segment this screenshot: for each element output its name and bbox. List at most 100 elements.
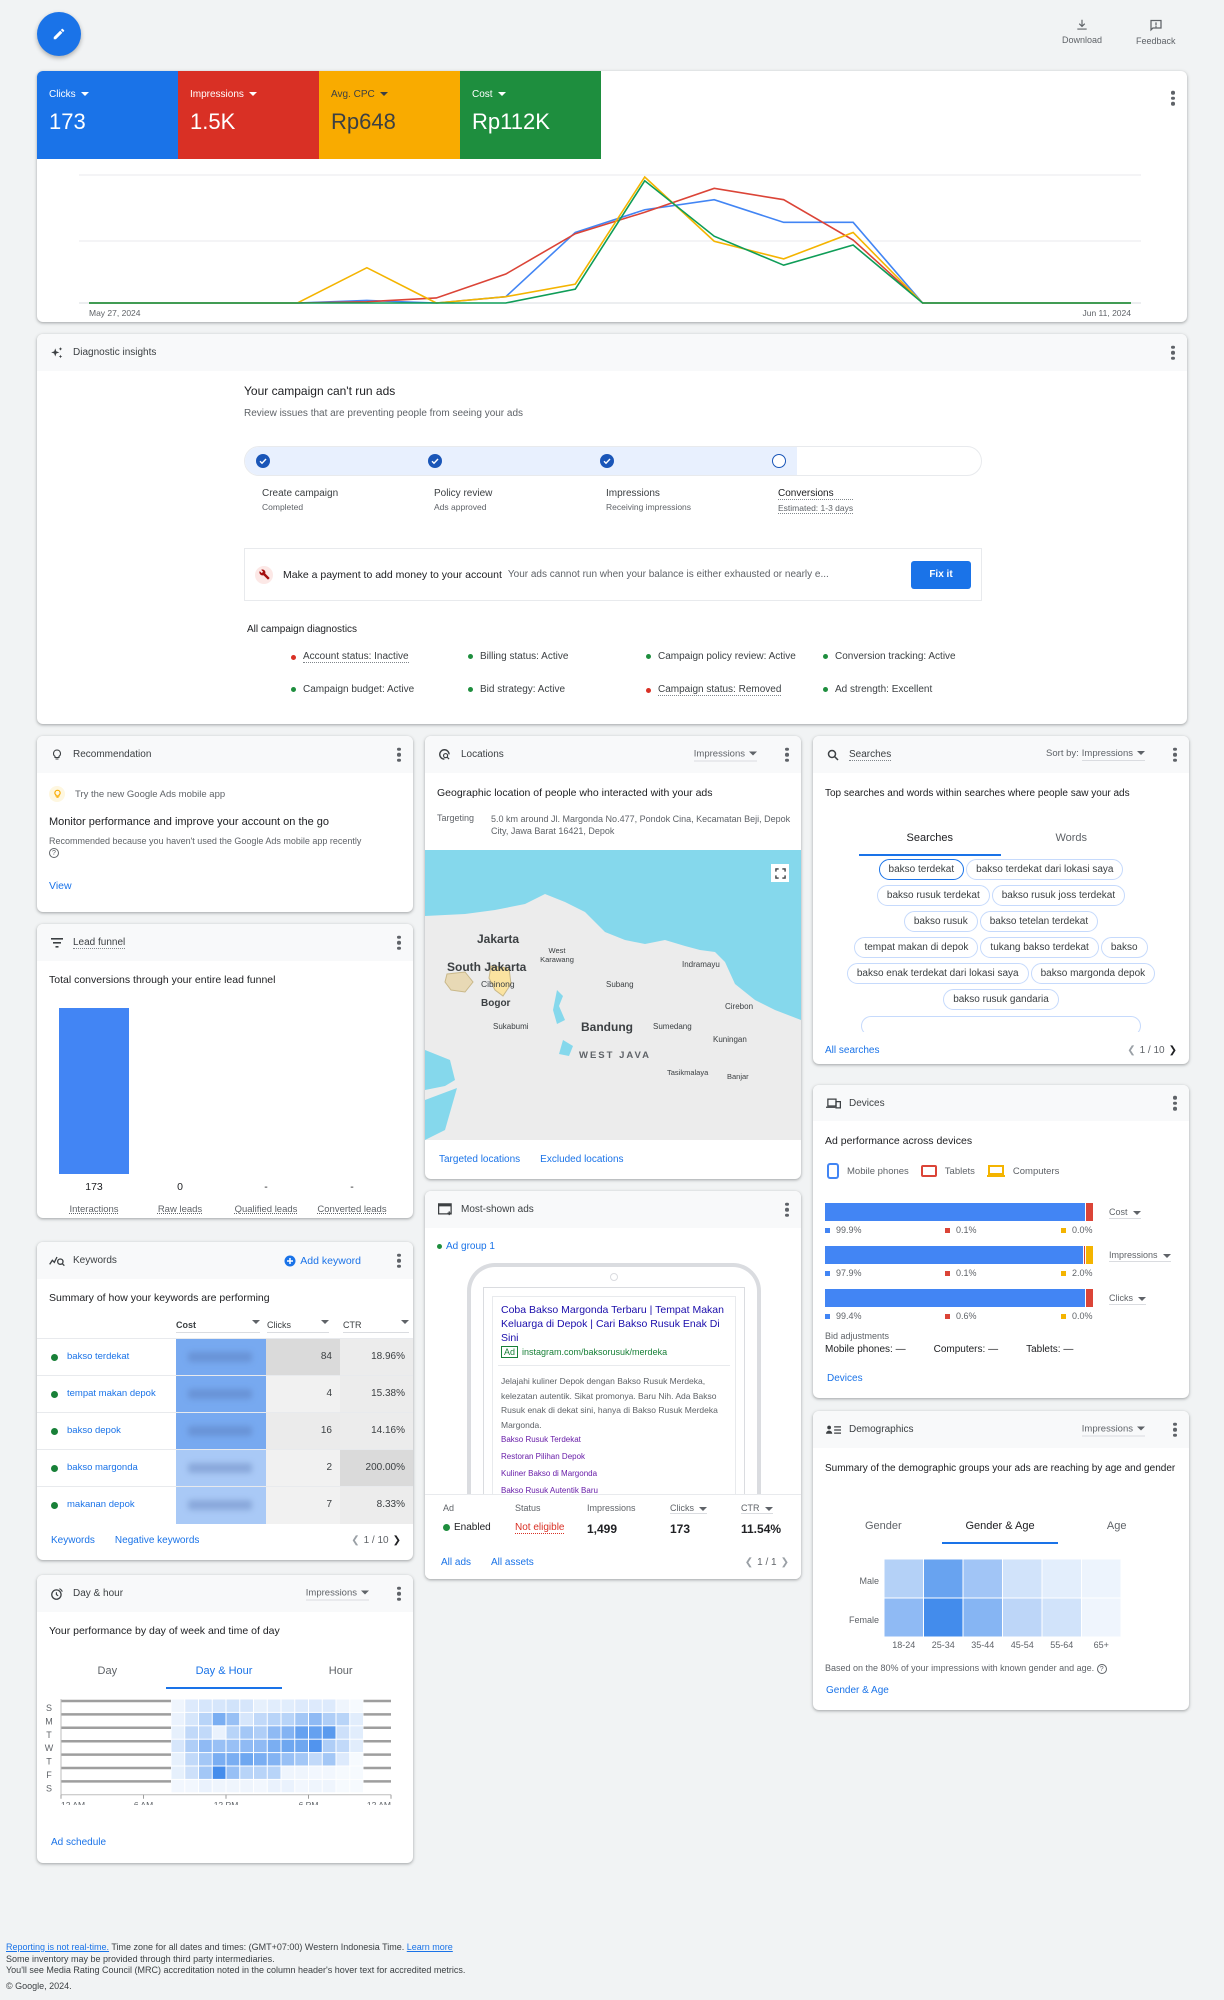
search-chip[interactable]: bakso margonda depok (1030, 963, 1156, 984)
heat-cell[interactable] (254, 1712, 267, 1726)
heat-cell[interactable] (350, 1699, 363, 1712)
funnel-stage-label[interactable]: Raw leads (136, 1204, 224, 1215)
tab-day[interactable]: Day (49, 1657, 166, 1689)
diagnostic-item[interactable]: Ad strength: Excellent (823, 684, 932, 695)
heat-cell[interactable] (309, 1766, 322, 1779)
edit-fab-button[interactable] (37, 12, 81, 56)
heat-cell[interactable] (350, 1753, 363, 1766)
heat-cell[interactable] (281, 1739, 295, 1753)
heat-cell[interactable] (309, 1779, 322, 1793)
heat-cell[interactable] (322, 1766, 336, 1779)
help-icon[interactable]: ? (1096, 1664, 1107, 1674)
tab-hour[interactable]: Hour (282, 1657, 399, 1689)
search-chip[interactable]: bakso enak terdekat dari lokasi saya (846, 963, 1029, 984)
search-chip[interactable]: bakso terdekat dari lokasi saya (966, 859, 1124, 880)
excluded-locations-link[interactable]: Excluded locations (540, 1154, 623, 1165)
search-chip[interactable]: bakso rusuk joss terdekat (991, 885, 1126, 906)
download-button[interactable]: Download (1062, 18, 1102, 45)
ad-schedule-link[interactable]: Ad schedule (51, 1837, 106, 1848)
heat-cell[interactable] (240, 1739, 253, 1753)
diagnostic-item[interactable]: Conversion tracking: Active (823, 651, 956, 662)
heat-cell[interactable] (336, 1726, 350, 1739)
locations-menu-button[interactable] (785, 747, 789, 762)
demographic-cell[interactable] (1082, 1559, 1121, 1598)
device-bar-clicks[interactable] (825, 1289, 1093, 1307)
heat-cell[interactable] (185, 1699, 198, 1712)
heat-cell[interactable] (254, 1726, 267, 1739)
tab-gender[interactable]: Gender (825, 1512, 942, 1544)
heat-cell[interactable] (309, 1726, 322, 1739)
funnel-stage-label[interactable]: Converted leads (308, 1204, 396, 1215)
diagnostics-menu-button[interactable] (1171, 345, 1175, 360)
view-link[interactable]: View (49, 880, 72, 892)
heat-cell[interactable] (336, 1739, 350, 1753)
heat-cell[interactable] (171, 1779, 185, 1793)
demographic-cell[interactable] (924, 1559, 963, 1598)
metric-select[interactable]: Impressions (693, 748, 757, 761)
heat-cell[interactable] (185, 1779, 198, 1793)
heat-cell[interactable] (240, 1726, 253, 1739)
lead-funnel-menu-button[interactable] (397, 935, 401, 950)
device-bar-cost[interactable] (825, 1203, 1093, 1221)
search-chip[interactable]: bakso rusuk terdekat (876, 885, 990, 906)
column-header-cost[interactable]: Cost (176, 1320, 260, 1333)
heat-cell[interactable] (185, 1753, 198, 1766)
recommendation-menu-button[interactable] (397, 747, 401, 762)
column-header-clicks[interactable]: Clicks (267, 1320, 329, 1333)
all-assets-link[interactable]: All assets (491, 1557, 534, 1568)
heat-cell[interactable] (281, 1712, 295, 1726)
heat-cell[interactable] (322, 1712, 336, 1726)
diagnostic-item[interactable]: Account status: Inactive (291, 651, 409, 663)
heat-cell[interactable] (281, 1753, 295, 1766)
heat-cell[interactable] (171, 1712, 185, 1726)
sitelink[interactable]: Bakso Rusuk Terdekat (501, 1435, 727, 1444)
prev-page-icon[interactable]: ❮ (1127, 1045, 1135, 1056)
demographic-cell[interactable] (1082, 1598, 1121, 1637)
heat-cell[interactable] (171, 1753, 185, 1766)
heat-cell[interactable] (185, 1766, 198, 1779)
negative-keywords-link[interactable]: Negative keywords (115, 1535, 199, 1546)
stat-header-clicks[interactable]: Clicks (670, 1503, 707, 1514)
heat-cell[interactable] (281, 1779, 295, 1793)
diagnostic-item[interactable]: Bid strategy: Active (468, 684, 565, 695)
heat-cell[interactable] (309, 1739, 322, 1753)
search-chip[interactable]: bakso (1100, 937, 1148, 958)
devices-link[interactable]: Devices (827, 1373, 863, 1384)
search-chip[interactable]: bakso rusuk gandaria (943, 989, 1059, 1010)
heat-cell[interactable] (212, 1712, 226, 1726)
ad-headline[interactable]: Coba Bakso Margonda Terbaru | Tempat Mak… (501, 1303, 727, 1345)
heat-cell[interactable] (295, 1739, 308, 1753)
next-page-icon[interactable]: ❯ (393, 1535, 401, 1546)
learn-more-link[interactable]: Learn more (407, 1942, 453, 1952)
heat-cell[interactable] (199, 1726, 212, 1739)
heat-cell[interactable] (336, 1699, 350, 1712)
stat-value-status[interactable]: Not eligible (515, 1522, 565, 1534)
heat-cell[interactable] (254, 1739, 267, 1753)
heat-cell[interactable] (212, 1699, 226, 1712)
heat-cell[interactable] (254, 1699, 267, 1712)
demographic-cell[interactable] (884, 1598, 924, 1637)
prev-page-icon[interactable]: ❮ (745, 1557, 753, 1568)
search-chip[interactable]: bakso terdekat (878, 859, 965, 880)
heat-cell[interactable] (295, 1726, 308, 1739)
device-metric-select[interactable]: Cost (1109, 1207, 1141, 1219)
heat-cell[interactable] (309, 1753, 322, 1766)
overview-menu-button[interactable] (1171, 90, 1175, 106)
heat-cell[interactable] (350, 1726, 363, 1739)
heat-cell[interactable] (309, 1712, 322, 1726)
demographic-cell[interactable] (1042, 1598, 1082, 1637)
heat-cell[interactable] (267, 1699, 281, 1712)
heat-cell[interactable] (212, 1779, 226, 1793)
heat-cell[interactable] (267, 1753, 281, 1766)
heat-cell[interactable] (199, 1753, 212, 1766)
tab-age[interactable]: Age (1058, 1512, 1175, 1544)
sitelink[interactable]: Restoran Pilihan Depok (501, 1452, 727, 1461)
diagnostic-item[interactable]: Campaign policy review: Active (646, 651, 796, 662)
heat-cell[interactable] (295, 1699, 308, 1712)
next-page-icon[interactable]: ❯ (1169, 1045, 1177, 1056)
searches-menu-button[interactable] (1173, 747, 1177, 762)
device-bar-impressions[interactable] (825, 1246, 1093, 1264)
heat-cell[interactable] (281, 1726, 295, 1739)
heat-cell[interactable] (212, 1753, 226, 1766)
ads-menu-button[interactable] (785, 1202, 789, 1217)
